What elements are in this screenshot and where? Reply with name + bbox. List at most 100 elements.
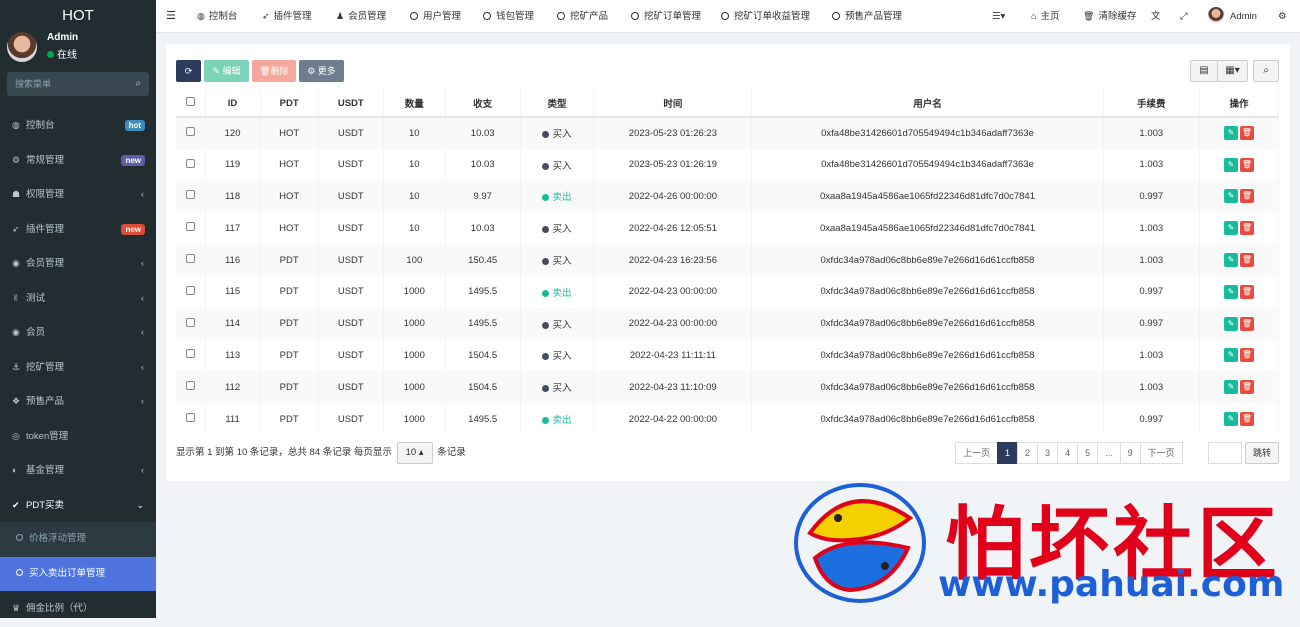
row-checkbox[interactable] [185, 190, 195, 200]
edit-button[interactable]: ✎ 编辑 [204, 60, 249, 82]
page-button[interactable]: 4 [1057, 442, 1079, 464]
page-button[interactable]: 2 [1017, 442, 1039, 464]
table-row[interactable]: 112 PDT USDT 1000 1504.5 买入 2022-04-23 11:10:0… [176, 371, 1279, 404]
status-dot-icon [542, 353, 550, 361]
row-edit-button[interactable]: ✎ [1224, 316, 1238, 331]
tab-5[interactable]: 挖矿产品 [557, 0, 608, 33]
row-checkbox[interactable] [185, 158, 195, 168]
row-edit-button[interactable]: ✎ [1224, 380, 1238, 395]
fullscreen-icon[interactable]: ⤢ [1180, 0, 1188, 33]
row-checkbox[interactable] [185, 285, 195, 295]
tab-6[interactable]: 挖矿订单管理 [631, 0, 701, 33]
row-delete-button[interactable]: 🗑 [1240, 380, 1254, 395]
home-link[interactable]: ⌂ 主页 [1031, 0, 1059, 33]
row-edit-button[interactable]: ✎ [1224, 126, 1238, 141]
sidebar-item[interactable]: ◉ 会员 ‹ [0, 315, 156, 350]
row-checkbox[interactable] [185, 413, 195, 423]
tab-2[interactable]: ♟ 会员管理 [336, 0, 386, 33]
sidebar-item[interactable]: ✌ 测试 ‹ [0, 281, 156, 316]
columns-dropdown-button[interactable]: ▦▾ [1217, 60, 1248, 82]
sidebar-item[interactable]: ◎ token管理 [0, 419, 156, 454]
row-checkbox[interactable] [185, 317, 195, 327]
page-jump-button[interactable]: 跳转 [1245, 442, 1279, 464]
table-row[interactable]: 115 PDT USDT 1000 1495.5 卖出 2022-04-23 00:00:0… [176, 275, 1279, 308]
sidebar-item[interactable]: ♛ 佣金比例（代） [0, 591, 156, 626]
sidebar-item-label: 插件管理 [26, 223, 65, 235]
top-user-menu[interactable]: Admin [1208, 0, 1257, 33]
sidebar-item[interactable]: ◐ 基金管理 ‹ [0, 453, 156, 488]
hamburger-icon[interactable]: ☰ [166, 0, 176, 33]
more-button[interactable]: ⚙ 更多 [299, 60, 344, 82]
translate-icon[interactable]: 文 [1151, 0, 1161, 33]
row-edit-button[interactable]: ✎ [1224, 157, 1238, 172]
row-edit-button[interactable]: ✎ [1224, 412, 1238, 427]
sidebar-item[interactable]: ⚓ 挖矿管理 ‹ [0, 350, 156, 385]
row-delete-button[interactable]: 🗑 [1240, 253, 1254, 268]
page-size-select[interactable]: 10 ▴ [396, 442, 433, 464]
delete-button[interactable]: 🗑删除 [252, 60, 296, 82]
row-edit-button[interactable]: ✎ [1224, 284, 1238, 299]
row-edit-button[interactable]: ✎ [1224, 189, 1238, 204]
row-delete-button[interactable]: 🗑 [1240, 284, 1254, 299]
sidebar-item[interactable]: ❖ 预售产品 ‹ [0, 384, 156, 419]
list-dropdown-icon[interactable]: ☰▾ [992, 0, 1005, 33]
sidebar-subitem[interactable]: 价格浮动管理 [0, 522, 156, 557]
tab-0[interactable]: ◍ 控制台 [197, 0, 237, 33]
table-row[interactable]: 119 HOT USDT 10 10.03 买入 2023-05-23 01:26:19 0x… [176, 148, 1279, 181]
row-delete-button[interactable]: 🗑 [1240, 126, 1254, 141]
row-delete-button[interactable]: 🗑 [1240, 157, 1254, 172]
sidebar-item[interactable]: ⚙ 常规管理 new [0, 143, 156, 178]
sidebar-item[interactable]: ◉ 会员管理 ‹ [0, 246, 156, 281]
sidebar-item[interactable]: ✔ PDT买卖 ⌄ [0, 488, 156, 523]
tab-4[interactable]: 钱包管理 [483, 0, 534, 33]
page-button[interactable]: ... [1097, 442, 1121, 464]
row-edit-button[interactable]: ✎ [1224, 253, 1238, 268]
search-icon[interactable]: ⌕ [135, 78, 141, 89]
row-checkbox[interactable] [185, 254, 195, 264]
page-button[interactable]: 1 [997, 442, 1019, 464]
page-jump-input[interactable] [1208, 442, 1242, 464]
prev-page-button[interactable]: 上一页 [955, 442, 999, 464]
row-edit-button[interactable]: ✎ [1224, 348, 1238, 363]
page-button[interactable]: 9 [1119, 442, 1141, 464]
toggle-view-button[interactable]: ▤ [1190, 60, 1218, 82]
table-row[interactable]: 113 PDT USDT 1000 1504.5 买入 2022-04-23 11:11:1… [176, 339, 1279, 372]
gear-icon[interactable]: ⚙ [1278, 0, 1287, 33]
table-row[interactable]: 116 PDT USDT 100 150.45 买入 2022-04-23 16:23:56… [176, 244, 1279, 276]
select-all-checkbox[interactable] [185, 97, 195, 106]
tab-8[interactable]: 预售产品管理 [832, 0, 902, 33]
circle-icon [557, 12, 565, 20]
column-header: 用户名 [751, 90, 1104, 118]
row-checkbox[interactable] [185, 381, 195, 391]
app-logo[interactable]: HOT [0, 0, 156, 32]
sidebar-item[interactable]: ➶ 插件管理 new [0, 212, 156, 247]
next-page-button[interactable]: 下一页 [1139, 442, 1183, 464]
row-edit-button[interactable]: ✎ [1224, 221, 1238, 236]
sidebar-subitem[interactable]: 买入卖出订单管理 [0, 556, 156, 591]
sidebar-item[interactable]: ◍ 控制台 hot [0, 108, 156, 143]
row-delete-button[interactable]: 🗑 [1240, 412, 1254, 427]
search-toggle-button[interactable]: ⌕ [1253, 60, 1279, 82]
page-button[interactable]: 5 [1077, 442, 1099, 464]
row-checkbox[interactable] [185, 127, 195, 137]
row-delete-button[interactable]: 🗑 [1240, 189, 1254, 204]
table-row[interactable]: 111 PDT USDT 1000 1495.5 卖出 2022-04-22 00:00:0… [176, 403, 1279, 435]
row-checkbox-cell [176, 339, 206, 372]
row-delete-button[interactable]: 🗑 [1240, 348, 1254, 363]
row-delete-button[interactable]: 🗑 [1240, 316, 1254, 331]
tab-3[interactable]: 用户管理 [410, 0, 461, 33]
tab-1[interactable]: ➶ 插件管理 [262, 0, 312, 33]
sidebar-search-input[interactable] [7, 72, 127, 96]
tab-7[interactable]: 挖矿订单收益管理 [721, 0, 810, 33]
row-checkbox[interactable] [185, 349, 195, 359]
table-row[interactable]: 117 HOT USDT 10 10.03 买入 2022-04-26 12:05:51 0x… [176, 212, 1279, 245]
table-row[interactable]: 114 PDT USDT 1000 1495.5 买入 2022-04-23 00:00:0… [176, 307, 1279, 340]
sidebar-item[interactable]: ☗ 权限管理 ‹ [0, 177, 156, 212]
page-button[interactable]: 3 [1037, 442, 1059, 464]
row-checkbox[interactable] [185, 222, 195, 232]
refresh-button[interactable]: ⟳ [176, 60, 201, 82]
table-row[interactable]: 120 HOT USDT 10 10.03 买入 2023-05-23 01:26:23 0x… [176, 117, 1279, 149]
table-row[interactable]: 118 HOT USDT 10 9.97 卖出 2022-04-26 00:00:00 0xa… [176, 180, 1279, 213]
clear-cache-button[interactable]: 🗑 清除缓存 [1083, 0, 1136, 33]
row-delete-button[interactable]: 🗑 [1240, 221, 1254, 236]
